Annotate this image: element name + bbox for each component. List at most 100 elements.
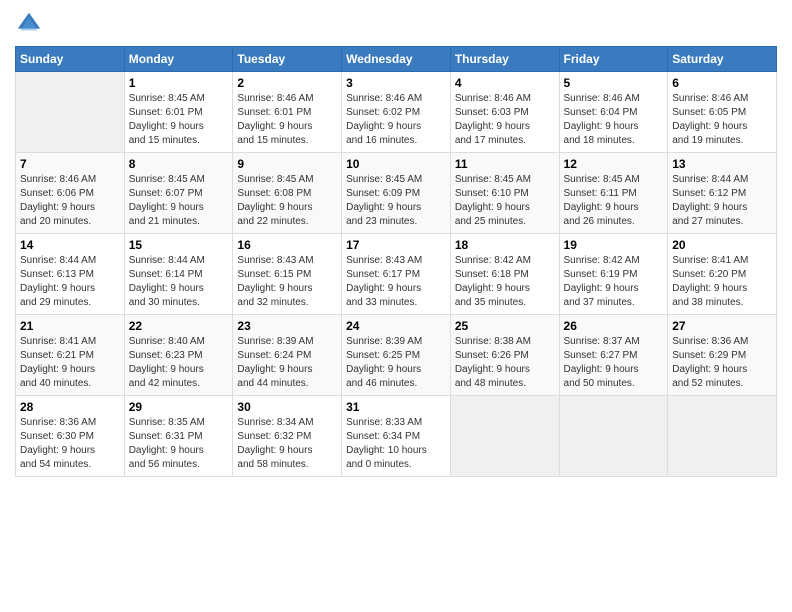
calendar-table: SundayMondayTuesdayWednesdayThursdayFrid… — [15, 46, 777, 477]
day-info: Sunrise: 8:42 AM Sunset: 6:18 PM Dayligh… — [455, 254, 555, 310]
weekday-header-wednesday: Wednesday — [342, 47, 451, 72]
calendar-cell: 26 Sunrise: 8:37 AM Sunset: 6:27 PM Dayli… — [559, 315, 668, 396]
day-number: 23 — [237, 319, 337, 333]
day-number: 24 — [346, 319, 446, 333]
day-info: Sunrise: 8:46 AM Sunset: 6:06 PM Dayligh… — [20, 173, 120, 229]
day-info: Sunrise: 8:39 AM Sunset: 6:25 PM Dayligh… — [346, 335, 446, 391]
week-row-3: 14 Sunrise: 8:44 AM Sunset: 6:13 PM Dayli… — [16, 234, 777, 315]
day-number: 31 — [346, 400, 446, 414]
day-number: 18 — [455, 238, 555, 252]
day-info: Sunrise: 8:45 AM Sunset: 6:01 PM Dayligh… — [129, 92, 229, 148]
day-number: 5 — [564, 76, 664, 90]
calendar-cell: 7 Sunrise: 8:46 AM Sunset: 6:06 PM Daylig… — [16, 153, 125, 234]
day-number: 13 — [672, 157, 772, 171]
calendar-cell — [16, 72, 125, 153]
day-number: 6 — [672, 76, 772, 90]
day-number: 30 — [237, 400, 337, 414]
calendar-cell: 30 Sunrise: 8:34 AM Sunset: 6:32 PM Dayli… — [233, 396, 342, 477]
day-info: Sunrise: 8:45 AM Sunset: 6:08 PM Dayligh… — [237, 173, 337, 229]
day-info: Sunrise: 8:45 AM Sunset: 6:10 PM Dayligh… — [455, 173, 555, 229]
day-info: Sunrise: 8:46 AM Sunset: 6:03 PM Dayligh… — [455, 92, 555, 148]
day-info: Sunrise: 8:33 AM Sunset: 6:34 PM Dayligh… — [346, 416, 446, 472]
calendar-cell: 9 Sunrise: 8:45 AM Sunset: 6:08 PM Daylig… — [233, 153, 342, 234]
day-number: 22 — [129, 319, 229, 333]
day-info: Sunrise: 8:39 AM Sunset: 6:24 PM Dayligh… — [237, 335, 337, 391]
week-row-5: 28 Sunrise: 8:36 AM Sunset: 6:30 PM Dayli… — [16, 396, 777, 477]
day-number: 7 — [20, 157, 120, 171]
calendar-cell: 13 Sunrise: 8:44 AM Sunset: 6:12 PM Dayli… — [668, 153, 777, 234]
header — [15, 10, 777, 38]
calendar-cell: 29Sunrise: 8:35 AM Sunset: 6:31 PM Dayli… — [124, 396, 233, 477]
calendar-cell: 6Sunrise: 8:46 AM Sunset: 6:05 PM Daylig… — [668, 72, 777, 153]
day-number: 1 — [129, 76, 229, 90]
day-info: Sunrise: 8:42 AM Sunset: 6:19 PM Dayligh… — [564, 254, 664, 310]
calendar-cell: 3 Sunrise: 8:46 AM Sunset: 6:02 PM Daylig… — [342, 72, 451, 153]
day-info: Sunrise: 8:43 AM Sunset: 6:15 PM Dayligh… — [237, 254, 337, 310]
day-info: Sunrise: 8:44 AM Sunset: 6:13 PM Dayligh… — [20, 254, 120, 310]
day-number: 2 — [237, 76, 337, 90]
weekday-header-sunday: Sunday — [16, 47, 125, 72]
day-number: 3 — [346, 76, 446, 90]
calendar-cell: 19 Sunrise: 8:42 AM Sunset: 6:19 PM Dayli… — [559, 234, 668, 315]
week-row-2: 7 Sunrise: 8:46 AM Sunset: 6:06 PM Daylig… — [16, 153, 777, 234]
day-info: Sunrise: 8:41 AM Sunset: 6:21 PM Dayligh… — [20, 335, 120, 391]
calendar-cell: 2Sunrise: 8:46 AM Sunset: 6:01 PM Daylig… — [233, 72, 342, 153]
day-info: Sunrise: 8:37 AM Sunset: 6:27 PM Dayligh… — [564, 335, 664, 391]
calendar-cell: 18 Sunrise: 8:42 AM Sunset: 6:18 PM Dayli… — [450, 234, 559, 315]
day-number: 19 — [564, 238, 664, 252]
day-number: 26 — [564, 319, 664, 333]
day-info: Sunrise: 8:44 AM Sunset: 6:14 PM Dayligh… — [129, 254, 229, 310]
day-info: Sunrise: 8:36 AM Sunset: 6:30 PM Dayligh… — [20, 416, 120, 472]
day-info: Sunrise: 8:34 AM Sunset: 6:32 PM Dayligh… — [237, 416, 337, 472]
logo — [15, 10, 47, 38]
day-number: 11 — [455, 157, 555, 171]
day-info: Sunrise: 8:45 AM Sunset: 6:11 PM Dayligh… — [564, 173, 664, 229]
calendar-cell: 24 Sunrise: 8:39 AM Sunset: 6:25 PM Dayli… — [342, 315, 451, 396]
main-container: SundayMondayTuesdayWednesdayThursdayFrid… — [0, 0, 792, 487]
calendar-cell: 28 Sunrise: 8:36 AM Sunset: 6:30 PM Dayli… — [16, 396, 125, 477]
day-number: 12 — [564, 157, 664, 171]
day-number: 9 — [237, 157, 337, 171]
calendar-cell: 31 Sunrise: 8:33 AM Sunset: 6:34 PM Dayli… — [342, 396, 451, 477]
day-info: Sunrise: 8:46 AM Sunset: 6:04 PM Dayligh… — [564, 92, 664, 148]
day-number: 15 — [129, 238, 229, 252]
weekday-header-monday: Monday — [124, 47, 233, 72]
day-number: 25 — [455, 319, 555, 333]
day-number: 4 — [455, 76, 555, 90]
day-number: 8 — [129, 157, 229, 171]
calendar-cell: 5 Sunrise: 8:46 AM Sunset: 6:04 PM Daylig… — [559, 72, 668, 153]
calendar-cell: 21 Sunrise: 8:41 AM Sunset: 6:21 PM Dayli… — [16, 315, 125, 396]
weekday-header-saturday: Saturday — [668, 47, 777, 72]
week-row-1: 1 Sunrise: 8:45 AM Sunset: 6:01 PM Daylig… — [16, 72, 777, 153]
day-info: Sunrise: 8:44 AM Sunset: 6:12 PM Dayligh… — [672, 173, 772, 229]
day-info: Sunrise: 8:45 AM Sunset: 6:07 PM Dayligh… — [129, 173, 229, 229]
day-number: 14 — [20, 238, 120, 252]
calendar-cell: 27 Sunrise: 8:36 AM Sunset: 6:29 PM Dayli… — [668, 315, 777, 396]
day-info: Sunrise: 8:40 AM Sunset: 6:23 PM Dayligh… — [129, 335, 229, 391]
weekday-header-row: SundayMondayTuesdayWednesdayThursdayFrid… — [16, 47, 777, 72]
day-number: 28 — [20, 400, 120, 414]
day-number: 16 — [237, 238, 337, 252]
day-info: Sunrise: 8:41 AM Sunset: 6:20 PM Dayligh… — [672, 254, 772, 310]
day-info: Sunrise: 8:36 AM Sunset: 6:29 PM Dayligh… — [672, 335, 772, 391]
day-info: Sunrise: 8:35 AM Sunset: 6:31 PM Dayligh… — [129, 416, 229, 472]
calendar-cell: 12 Sunrise: 8:45 AM Sunset: 6:11 PM Dayli… — [559, 153, 668, 234]
calendar-cell: 25Sunrise: 8:38 AM Sunset: 6:26 PM Dayli… — [450, 315, 559, 396]
day-number: 21 — [20, 319, 120, 333]
day-info: Sunrise: 8:45 AM Sunset: 6:09 PM Dayligh… — [346, 173, 446, 229]
calendar-cell: 16 Sunrise: 8:43 AM Sunset: 6:15 PM Dayli… — [233, 234, 342, 315]
day-number: 27 — [672, 319, 772, 333]
weekday-header-friday: Friday — [559, 47, 668, 72]
day-number: 10 — [346, 157, 446, 171]
calendar-cell — [559, 396, 668, 477]
calendar-cell: 22 Sunrise: 8:40 AM Sunset: 6:23 PM Dayli… — [124, 315, 233, 396]
day-number: 17 — [346, 238, 446, 252]
day-info: Sunrise: 8:46 AM Sunset: 6:02 PM Dayligh… — [346, 92, 446, 148]
calendar-cell: 11 Sunrise: 8:45 AM Sunset: 6:10 PM Dayli… — [450, 153, 559, 234]
day-number: 20 — [672, 238, 772, 252]
calendar-cell: 10 Sunrise: 8:45 AM Sunset: 6:09 PM Dayli… — [342, 153, 451, 234]
calendar-cell: 4 Sunrise: 8:46 AM Sunset: 6:03 PM Daylig… — [450, 72, 559, 153]
calendar-cell: 14 Sunrise: 8:44 AM Sunset: 6:13 PM Dayli… — [16, 234, 125, 315]
calendar-cell: 20 Sunrise: 8:41 AM Sunset: 6:20 PM Dayli… — [668, 234, 777, 315]
calendar-cell: 15 Sunrise: 8:44 AM Sunset: 6:14 PM Dayli… — [124, 234, 233, 315]
